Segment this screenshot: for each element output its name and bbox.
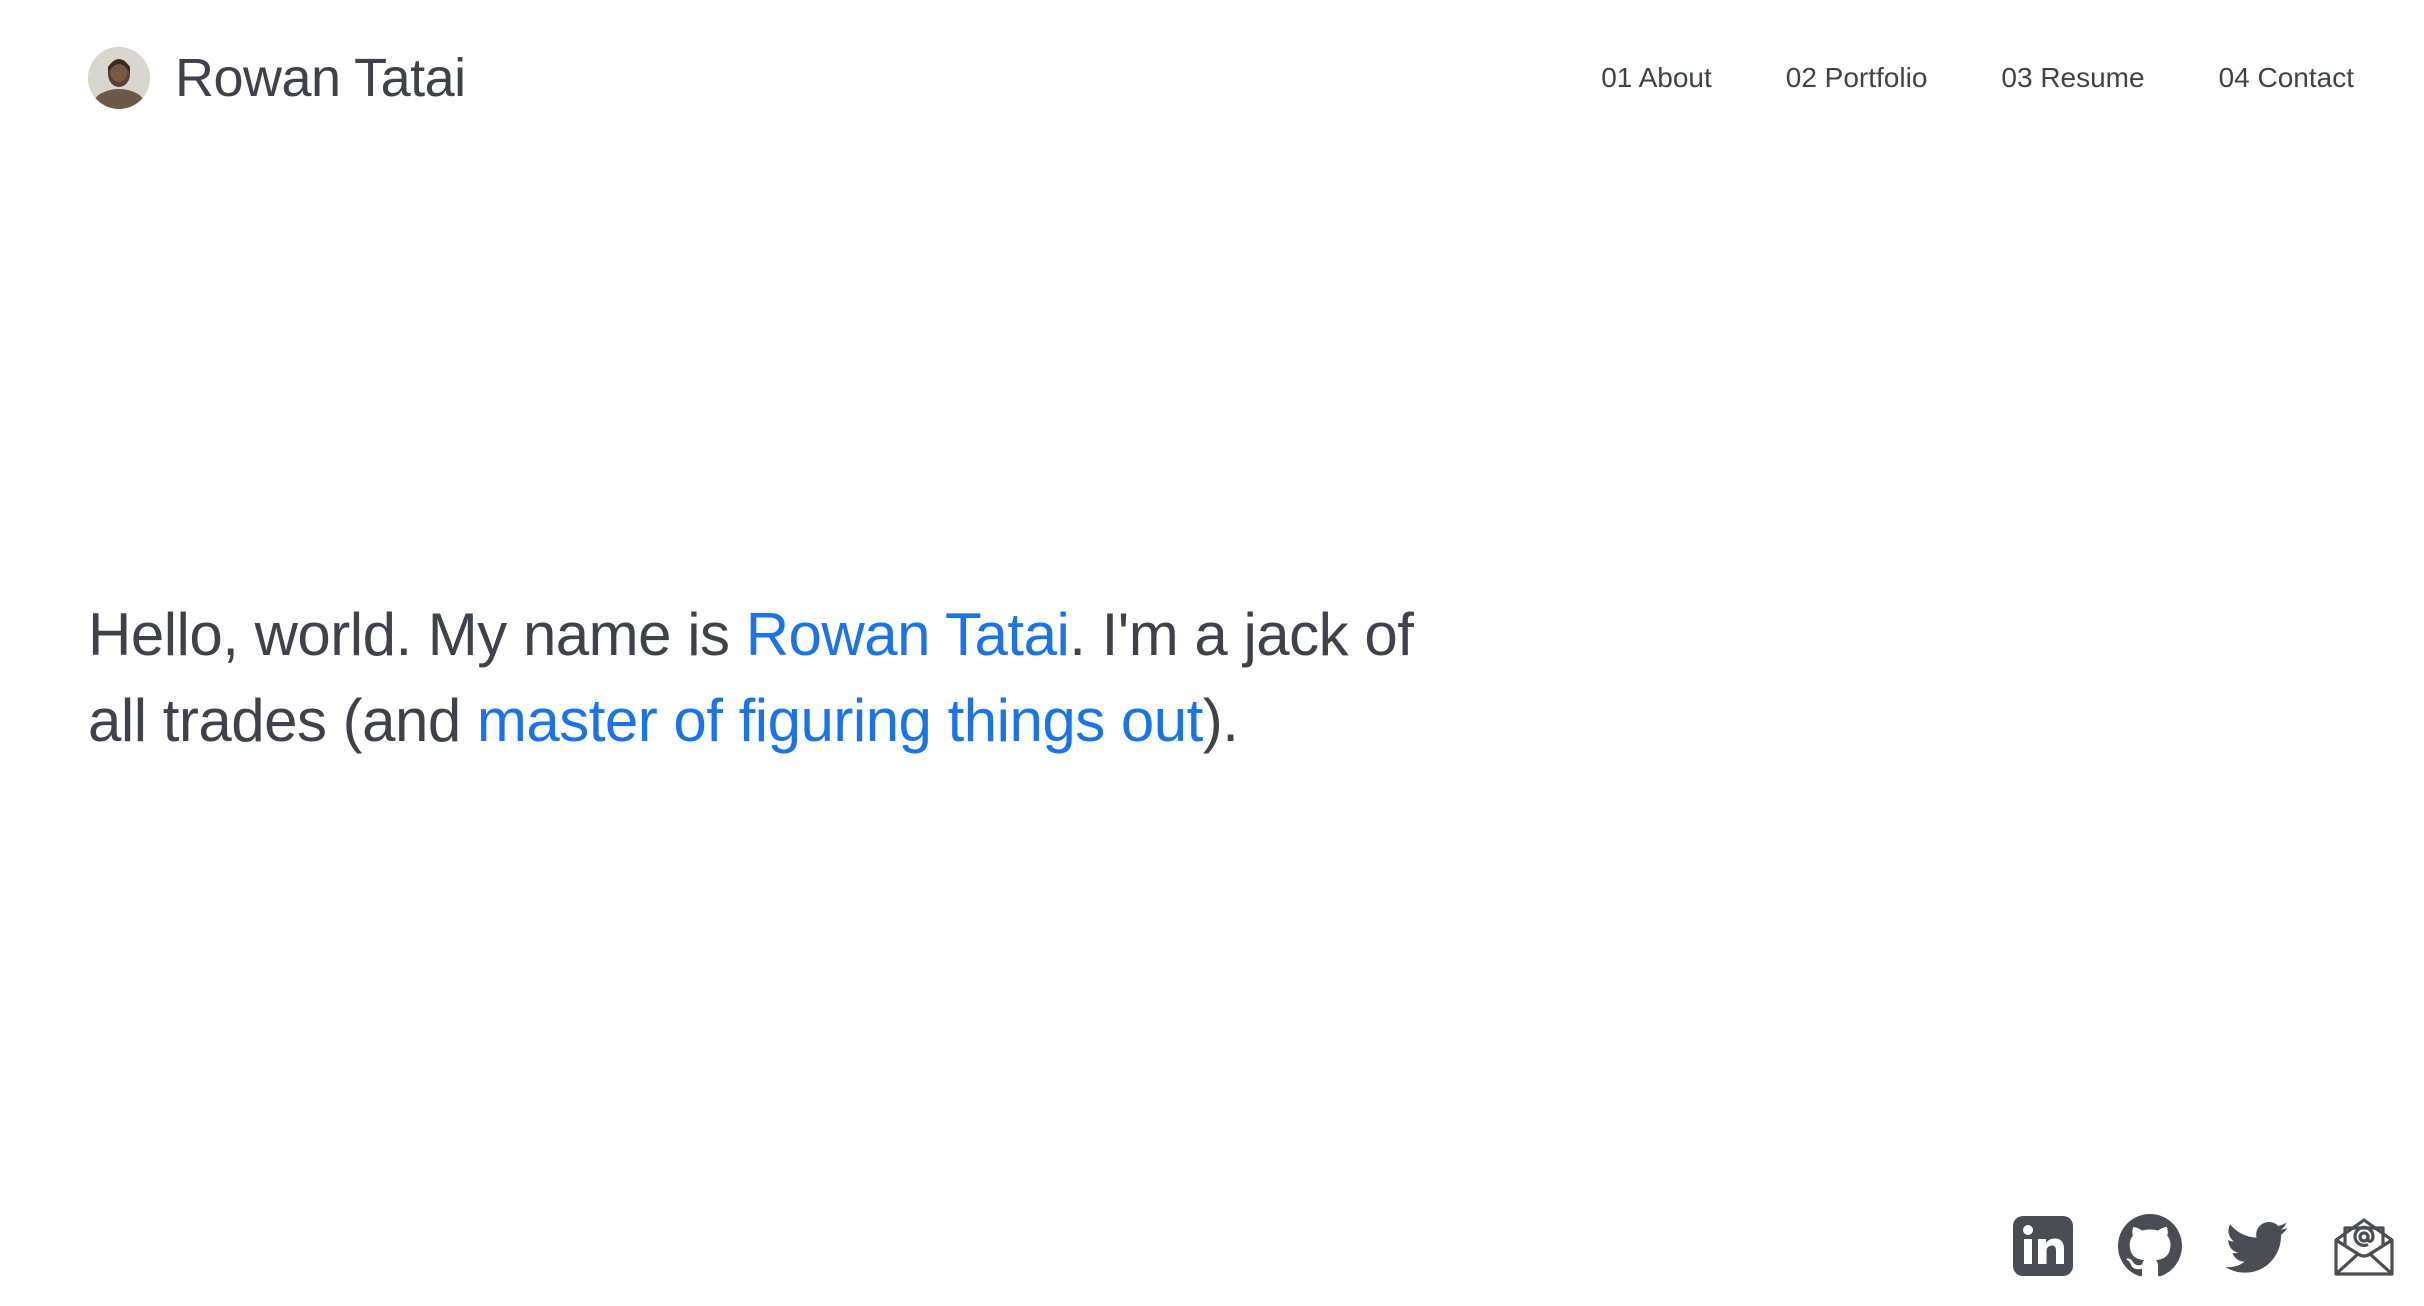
nav-item-contact[interactable]: 04 Contact bbox=[2219, 58, 2354, 98]
email-icon[interactable] bbox=[2332, 1214, 2396, 1278]
home-link[interactable]: Rowan Tatai bbox=[88, 46, 466, 110]
brand-name: Rowan Tatai bbox=[175, 48, 466, 108]
hero-tagline-link[interactable]: master of figuring things out bbox=[477, 687, 1203, 754]
avatar-image bbox=[88, 47, 150, 109]
avatar bbox=[88, 47, 150, 109]
twitter-icon[interactable] bbox=[2225, 1214, 2289, 1278]
main-nav: 01 About 02 Portfolio 03 Resume 04 Conta… bbox=[1601, 58, 2354, 98]
nav-item-portfolio[interactable]: 02 Portfolio bbox=[1786, 58, 1928, 98]
linkedin-icon[interactable] bbox=[2011, 1214, 2075, 1278]
nav-item-about[interactable]: 01 About bbox=[1601, 58, 1712, 98]
social-links bbox=[2011, 1214, 2396, 1278]
hero-text-3: ). bbox=[1202, 687, 1239, 754]
hero-text-1: Hello, world. My name is bbox=[88, 601, 746, 668]
hero-intro: Hello, world. My name is Rowan Tatai. I'… bbox=[88, 592, 1448, 764]
nav-item-resume[interactable]: 03 Resume bbox=[2001, 58, 2144, 98]
github-icon[interactable] bbox=[2118, 1214, 2182, 1278]
hero-name-link[interactable]: Rowan Tatai bbox=[746, 601, 1070, 668]
